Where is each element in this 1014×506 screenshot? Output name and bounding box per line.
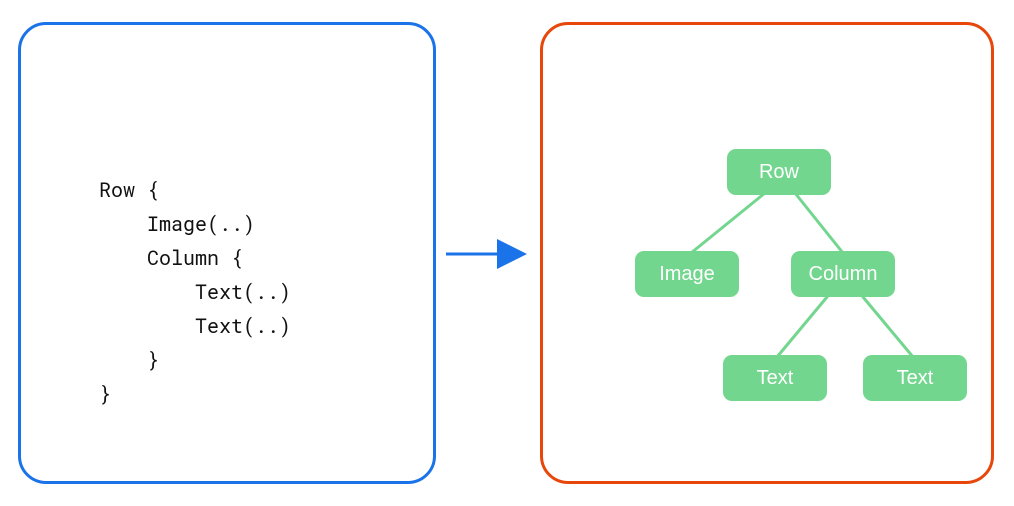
compose-code-block: Row { Image(..) Column { Text(..) Text(.… — [99, 173, 291, 411]
code-line: Text(..) — [99, 313, 291, 339]
tree-node-row: Row — [727, 149, 831, 195]
code-panel: Row { Image(..) Column { Text(..) Text(.… — [18, 22, 436, 484]
arrow-icon — [446, 244, 532, 264]
code-line: Column { — [99, 245, 243, 271]
tree-edges — [543, 25, 991, 481]
code-line: } — [99, 381, 111, 407]
tree-panel: Row Image Column Text Text — [540, 22, 994, 484]
tree-node-image: Image — [635, 251, 739, 297]
code-line: Image(..) — [99, 211, 255, 237]
tree-node-column: Column — [791, 251, 895, 297]
code-line: } — [99, 347, 159, 373]
code-line: Text(..) — [99, 279, 291, 305]
tree-node-text-2: Text — [863, 355, 967, 401]
code-line: Row { — [99, 177, 159, 203]
tree-node-text-1: Text — [723, 355, 827, 401]
